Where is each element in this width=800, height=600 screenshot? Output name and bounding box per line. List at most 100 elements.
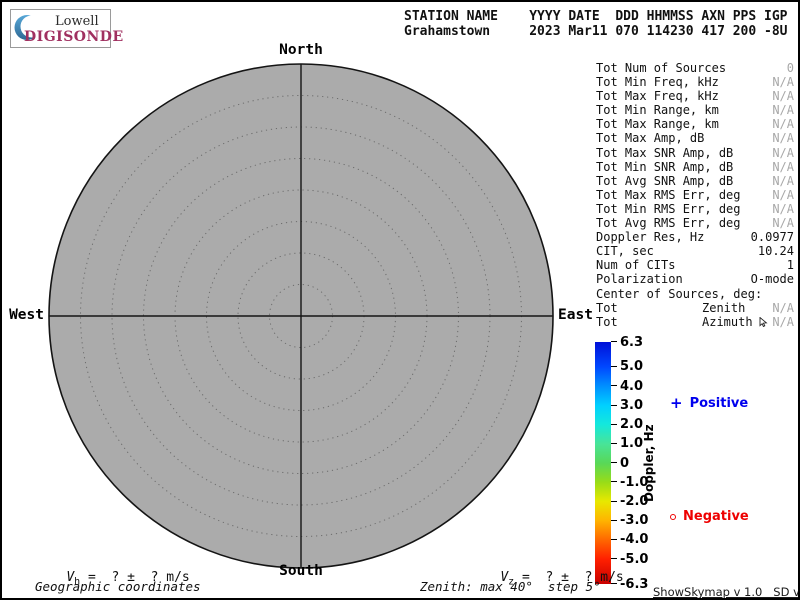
lowell-digisonde-logo: Lowell DIGISONDE (10, 9, 111, 48)
colorbar-tick-label: 4.0 (620, 380, 643, 393)
stats-row: Tot Max Freq, kHz N/A (596, 89, 794, 103)
stat-label: Tot Avg SNR Amp, dB (596, 174, 733, 188)
header-values: Grahamstown 2023 Mar11 070 114230 417 20… (404, 24, 788, 39)
stat-value: N/A (772, 160, 794, 174)
colorbar-tick-label: 6.3 (620, 336, 643, 349)
colorbar-tick-label: 1.0 (620, 437, 643, 450)
legend-negative-label: Negative (683, 509, 749, 524)
stats-row: Tot Max Amp, dB N/A (596, 131, 794, 145)
stat-label: Tot Max Freq, kHz (596, 89, 719, 103)
stat-value: N/A (772, 89, 794, 103)
stat-label: Tot (596, 301, 618, 315)
stat-label: Tot Num of Sources (596, 61, 726, 75)
legend-negative: Negative (670, 509, 749, 524)
stat-value: 0.0977 (751, 230, 794, 244)
app-version-label: ShowSkymap v 1.0 SD v 5.1 (653, 585, 800, 599)
stats-panel: Tot Num of Sources0Tot Min Freq, kHzN/AT… (596, 61, 794, 329)
stat-label: Tot Avg RMS Err, deg (596, 216, 741, 230)
stat-value: N/A (772, 75, 794, 89)
stat-label: Center of Sources, deg: (596, 287, 762, 301)
colorbar-tick (611, 520, 617, 521)
zenith-range-label: Zenith: max 40° step 5° (420, 579, 601, 594)
colorbar-tick-label: 2.0 (620, 418, 643, 431)
stat-label: Num of CITs (596, 258, 675, 272)
stat-value: N/A (772, 202, 794, 216)
skymap-window: Lowell DIGISONDE STATION NAME YYYY DATE … (0, 0, 800, 600)
stats-row: Tot Max Range, km N/A (596, 117, 794, 131)
colorbar-axis-label: Doppler, Hz (642, 342, 660, 584)
cursor-icon (759, 317, 768, 327)
stat-value: N/A (772, 216, 794, 230)
stats-row: Tot Avg RMS Err, deg N/A (596, 216, 794, 230)
stat-label: Tot Min RMS Err, deg (596, 202, 741, 216)
stat-label: Tot Min Range, km (596, 103, 719, 117)
stat-value: 1 (787, 258, 794, 272)
colorbar-tick (611, 341, 617, 342)
stat-label: Tot Max RMS Err, deg (596, 188, 741, 202)
legend-positive-label: Positive (690, 396, 749, 411)
stat-value: N/A (772, 301, 794, 315)
stats-row: Tot Avg SNR Amp, dB N/A (596, 174, 794, 188)
stats-row: Tot Max RMS Err, deg N/A (596, 188, 794, 202)
colorbar-tick-label: 0 (620, 457, 629, 470)
compass-east-label: East (558, 307, 593, 323)
stat-label: Tot Max Range, km (596, 117, 719, 131)
stats-row: Tot Zenith N/A (596, 301, 794, 315)
stat-label: Tot Max Amp, dB (596, 131, 704, 145)
stat-value: N/A (772, 174, 794, 188)
stats-row: Polarization O-mode (596, 272, 794, 286)
colorbar-tick (611, 405, 617, 406)
colorbar-tick (611, 366, 617, 367)
stat-label: Doppler Res, Hz (596, 230, 704, 244)
logo-lowell-text: Lowell (55, 14, 99, 29)
stats-row: Tot Min RMS Err, deg N/A (596, 202, 794, 216)
compass-south-label: South (279, 563, 323, 579)
colorbar-tick (611, 424, 617, 425)
stat-value: N/A (772, 131, 794, 145)
stat-label: Tot Min Freq, kHz (596, 75, 719, 89)
stat-value: N/A (772, 103, 794, 117)
header-columns: STATION NAME YYYY DATE DDD HHMMSS AXN PP… (404, 9, 788, 24)
coordinates-mode-label: Geographic coordinates (35, 579, 201, 594)
stats-row: Center of Sources, deg: (596, 287, 794, 301)
colorbar-tick (611, 385, 617, 386)
stat-value: 10.24 (758, 244, 794, 258)
stats-row: Tot Azimuth N/A (596, 315, 794, 329)
stat-value: N/A (772, 117, 794, 131)
stat-value: O-mode (751, 272, 794, 286)
colorbar-tick (611, 462, 617, 463)
legend-positive: + Positive (670, 396, 748, 411)
stats-row: Tot Num of Sources 0 (596, 61, 794, 75)
stats-row: Tot Min SNR Amp, dB N/A (596, 160, 794, 174)
logo-digisonde-text: DIGISONDE (24, 29, 124, 45)
stats-row: Tot Min Freq, kHz N/A (596, 75, 794, 89)
colorbar-tick-label: 5.0 (620, 360, 643, 373)
skymap-plot (45, 60, 557, 572)
stats-row: CIT, sec 10.24 (596, 244, 794, 258)
stat-label: CIT, sec (596, 244, 654, 258)
stats-row: Tot Max SNR Amp, dB N/A (596, 146, 794, 160)
stat-mid-label: Azimuth (702, 315, 768, 329)
plus-icon: + (670, 397, 683, 410)
stat-mid-label: Zenith (702, 301, 745, 315)
stats-row: Tot Min Range, km N/A (596, 103, 794, 117)
colorbar-tick (611, 501, 617, 502)
stat-value: N/A (772, 146, 794, 160)
compass-north-label: North (279, 42, 323, 58)
stat-value: N/A (772, 315, 794, 329)
colorbar-tick-label: 3.0 (620, 399, 643, 412)
colorbar-tick (611, 481, 617, 482)
stat-value: 0 (787, 61, 794, 75)
stat-label: Tot Max SNR Amp, dB (596, 146, 733, 160)
colorbar-tick (611, 539, 617, 540)
station-header: STATION NAME YYYY DATE DDD HHMMSS AXN PP… (404, 9, 788, 39)
stat-label: Tot (596, 315, 618, 329)
stat-label: Tot Min SNR Amp, dB (596, 160, 733, 174)
stat-value: N/A (772, 188, 794, 202)
stats-row: Doppler Res, Hz 0.0977 (596, 230, 794, 244)
compass-west-label: West (4, 307, 44, 323)
stat-label: Polarization (596, 272, 683, 286)
stats-row: Num of CITs 1 (596, 258, 794, 272)
colorbar-tick (611, 443, 617, 444)
circle-icon (670, 514, 676, 520)
